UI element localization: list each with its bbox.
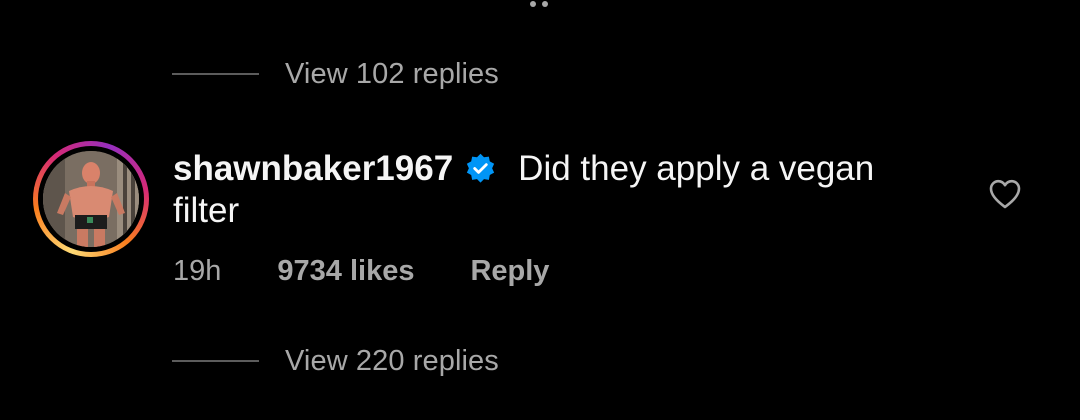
view-replies-button-bottom[interactable]: View 220 replies [172, 341, 499, 381]
heart-outline-icon[interactable] [988, 178, 1022, 210]
view-replies-button-top[interactable]: View 102 replies [172, 54, 499, 94]
comment-timestamp: 19h [173, 254, 222, 287]
comment-username[interactable]: shawnbaker1967 [173, 149, 453, 188]
replies-divider-line [172, 73, 259, 75]
view-replies-label[interactable]: View 220 replies [285, 345, 499, 378]
overflow-dots-fragment [530, 0, 570, 7]
view-replies-label[interactable]: View 102 replies [285, 58, 499, 91]
reply-button[interactable]: Reply [470, 255, 549, 288]
comment-meta: 19h 9734 likes Reply [173, 253, 549, 289]
comment-likes-count[interactable]: 9734 likes [277, 255, 414, 288]
avatar[interactable] [33, 141, 149, 257]
profile-photo [43, 151, 139, 247]
comment-body: shawnbaker1967 Did they apply a vegan fi… [173, 148, 933, 232]
verified-badge-icon [467, 153, 495, 183]
replies-divider-line [172, 360, 259, 362]
